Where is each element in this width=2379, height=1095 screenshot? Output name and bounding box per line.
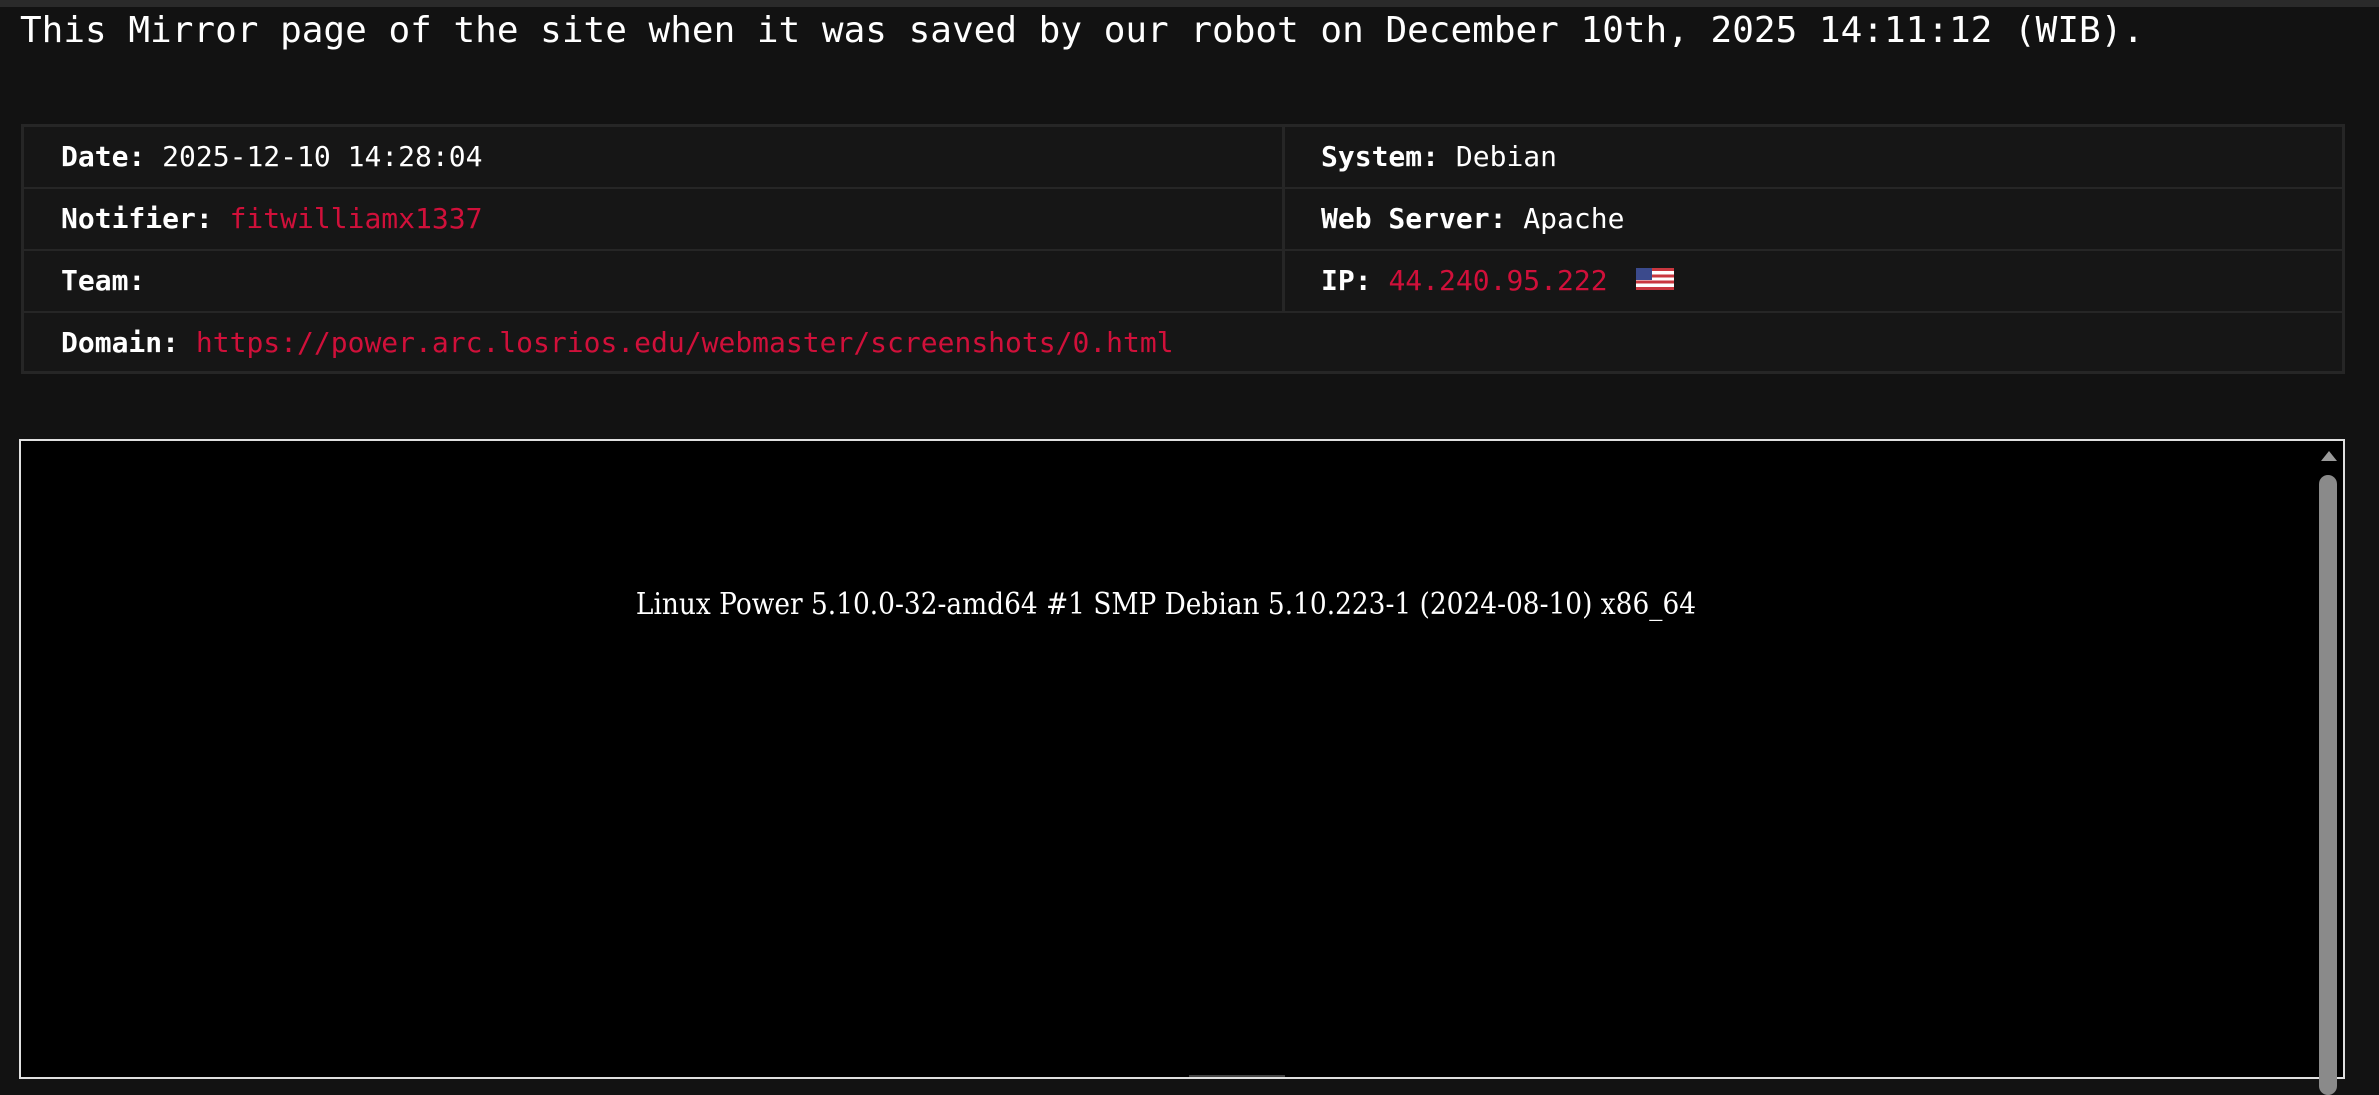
vertical-scrollbar[interactable]	[2313, 441, 2343, 1095]
mirror-notice: This Mirror page of the site when it was…	[20, 10, 2145, 51]
system-label: System:	[1321, 140, 1440, 173]
scroll-up-arrow-icon[interactable]	[2321, 451, 2337, 461]
info-row-notifier-webserver: Notifier: fitwilliamx1337 Web Server: Ap…	[24, 189, 2342, 251]
ip-label: IP:	[1321, 264, 1372, 297]
info-row-team-ip: Team: IP: 44.240.95.222	[24, 251, 2342, 313]
team-label: Team:	[61, 264, 146, 297]
ip-cell: IP: 44.240.95.222	[1285, 251, 2345, 311]
date-value: 2025-12-10 14:28:04	[162, 140, 483, 173]
domain-label: Domain:	[61, 326, 180, 359]
info-table: Date: 2025-12-10 14:28:04 System: Debian…	[21, 124, 2345, 374]
team-cell: Team:	[24, 251, 1285, 311]
domain-link[interactable]: https://power.arc.losrios.edu/webmaster/…	[196, 326, 1174, 359]
info-row-date-system: Date: 2025-12-10 14:28:04 System: Debian	[24, 127, 2342, 189]
us-flag-icon	[1636, 268, 1675, 290]
mirror-frame[interactable]: Linux Power 5.10.0-32-amd64 #1 SMP Debia…	[19, 439, 2345, 1095]
notifier-link[interactable]: fitwilliamx1337	[230, 202, 483, 235]
domain-cell: Domain: https://power.arc.losrios.edu/we…	[24, 313, 2342, 373]
webserver-label: Web Server:	[1321, 202, 1507, 235]
info-row-domain: Domain: https://power.arc.losrios.edu/we…	[24, 313, 2342, 375]
webserver-cell: Web Server: Apache	[1285, 189, 2345, 249]
date-cell: Date: 2025-12-10 14:28:04	[24, 127, 1285, 187]
horizontal-scroll-indicator	[1189, 1075, 1285, 1077]
webserver-value: Apache	[1523, 202, 1625, 235]
notifier-cell: Notifier: fitwilliamx1337	[24, 189, 1285, 249]
scroll-thumb[interactable]	[2319, 475, 2337, 1095]
system-cell: System: Debian	[1285, 127, 2345, 187]
notifier-label: Notifier:	[61, 202, 213, 235]
ip-link[interactable]: 44.240.95.222	[1388, 264, 1607, 297]
mirror-content-text: Linux Power 5.10.0-32-amd64 #1 SMP Debia…	[635, 587, 1697, 622]
date-label: Date:	[61, 140, 146, 173]
system-value: Debian	[1455, 140, 1558, 173]
